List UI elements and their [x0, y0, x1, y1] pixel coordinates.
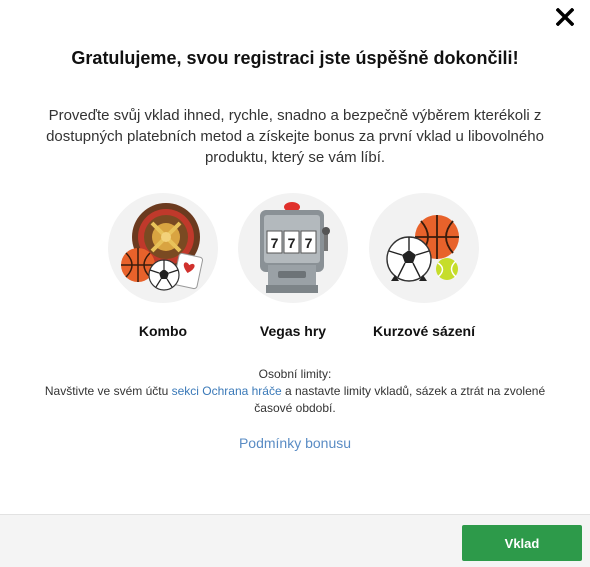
player-protection-link[interactable]: sekci Ochrana hráče	[172, 384, 282, 398]
slot-reel-2: 7	[288, 235, 296, 251]
limits-heading: Osobní limity:	[258, 367, 332, 381]
slot-machine-icon: 7 7 7	[238, 193, 348, 303]
intro-text: Proveďte svůj vklad ihned, rychle, snadn…	[46, 107, 544, 166]
slot-reel-3: 7	[305, 235, 313, 251]
dialog-title: Gratulujeme, svou registraci jste úspěšn…	[71, 48, 519, 68]
product-label: Vegas hry	[259, 323, 327, 339]
deposit-button[interactable]: Vklad	[462, 525, 582, 561]
limits-text-before: Navštivte ve svém účtu	[44, 384, 172, 398]
dialog-footer: Vklad	[0, 514, 590, 567]
roulette-sports-icon	[108, 193, 218, 303]
bonus-terms-link[interactable]: Podmínky bonusu	[0, 435, 590, 451]
personal-limits: Osobní limity: Navštivte ve svém účtu se…	[30, 366, 560, 417]
close-button[interactable]	[552, 4, 578, 30]
limits-text: Navštivte ve svém účtu sekci Ochrana hrá…	[30, 383, 560, 417]
product-label: Kurzové sázení	[373, 323, 475, 339]
slot-reel-1: 7	[271, 235, 279, 251]
product-kombo[interactable]: Kombo	[93, 193, 233, 339]
product-label: Kombo	[138, 323, 188, 339]
sports-balls-icon	[369, 193, 479, 303]
product-vegas[interactable]: 7 7 7 Vegas hry	[223, 193, 363, 339]
product-sports-betting[interactable]: Kurzové sázení	[354, 193, 494, 339]
close-icon	[556, 8, 574, 26]
limits-text-after: a nastavte limity vkladů, sázek a ztrát …	[254, 384, 546, 415]
product-list: Kombo 7 7 7 Vegas hry Kurzové sázení	[0, 193, 590, 343]
